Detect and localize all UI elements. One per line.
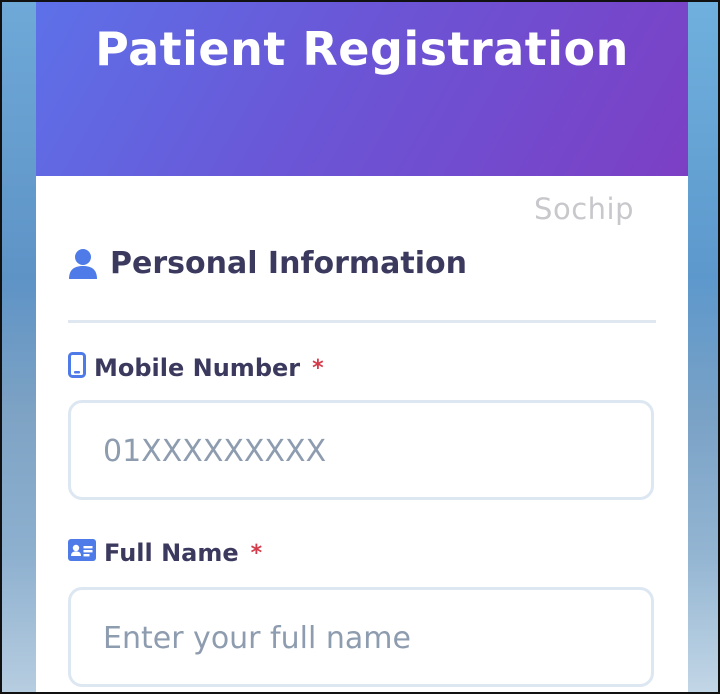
required-marker: * — [250, 540, 263, 566]
mobile-number-label-text: Mobile Number — [94, 354, 301, 382]
watermark-text: Sochip — [534, 192, 634, 226]
full-name-label-text: Full Name — [104, 539, 239, 567]
registration-card: Patient Registration Sochip Personal Inf… — [36, 2, 688, 692]
user-icon — [68, 248, 98, 280]
mobile-phone-icon — [68, 352, 86, 384]
app-frame: Patient Registration Sochip Personal Inf… — [0, 0, 720, 694]
mobile-number-field[interactable] — [68, 400, 654, 500]
page-title: Patient Registration — [95, 22, 629, 76]
background-right — [684, 2, 718, 692]
required-marker: * — [312, 355, 324, 381]
full-name-label: Full Name * — [68, 539, 262, 567]
background-left — [2, 2, 36, 692]
full-name-field[interactable] — [68, 587, 654, 687]
header-banner: Patient Registration — [36, 2, 688, 176]
section-heading: Personal Information — [68, 246, 467, 281]
section-title: Personal Information — [110, 246, 467, 281]
mobile-number-input[interactable] — [101, 403, 625, 499]
mobile-number-label: Mobile Number * — [68, 352, 324, 384]
full-name-input[interactable] — [101, 590, 625, 686]
section-divider — [68, 320, 656, 323]
id-card-icon — [68, 539, 96, 567]
